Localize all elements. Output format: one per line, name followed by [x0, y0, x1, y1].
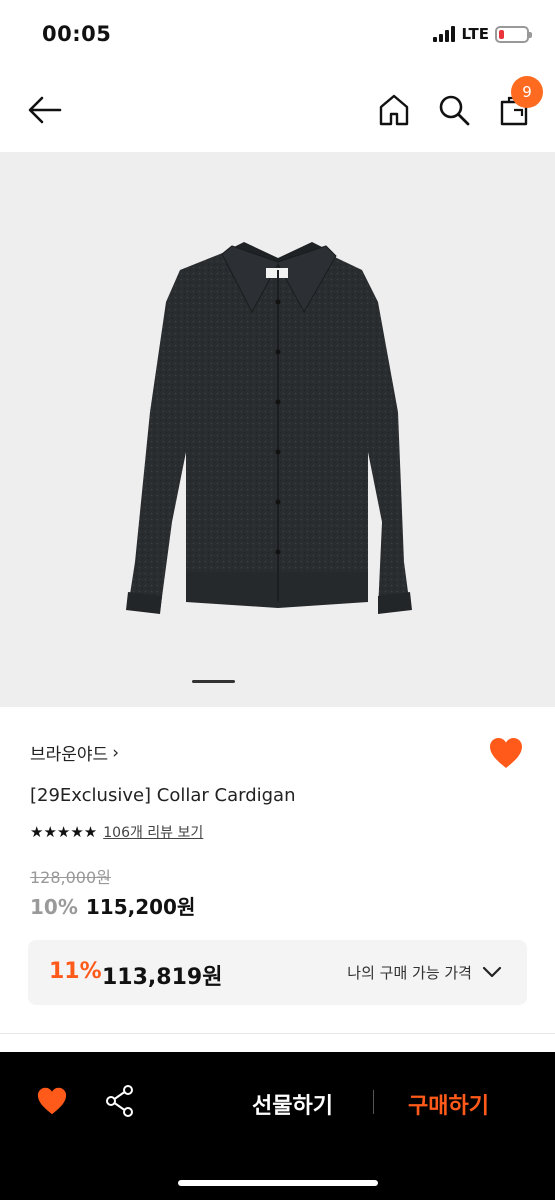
chevron-down-icon — [482, 966, 502, 978]
battery-icon — [495, 25, 532, 43]
signal-icon — [433, 26, 456, 42]
brand-name: 브라운야드 — [30, 745, 109, 765]
network-label: LTE — [461, 25, 489, 43]
heart-icon — [490, 738, 522, 768]
share-button[interactable] — [104, 1084, 136, 1118]
chevron-right-icon: › — [112, 742, 120, 763]
divider — [0, 1033, 555, 1034]
carousel-indicator — [192, 680, 235, 683]
best-discount-percent: 11% — [49, 959, 102, 984]
product-name: [29Exclusive] Collar Cardigan — [30, 785, 296, 806]
wishlist-button[interactable] — [488, 736, 524, 770]
status-indicators: LTE — [433, 25, 532, 43]
home-button[interactable] — [376, 92, 412, 128]
status-time: 00:05 — [42, 22, 112, 46]
heart-icon — [37, 1087, 67, 1115]
top-nav-bar — [0, 70, 555, 152]
review-link[interactable]: 106개 리뷰 보기 — [103, 822, 203, 842]
cardigan-image — [126, 242, 412, 614]
sale-price: 115,200원 — [85, 895, 196, 919]
divider — [373, 1090, 374, 1114]
sale-price-row: 10% 115,200원 — [30, 891, 195, 920]
discount-percent: 10% — [30, 895, 78, 919]
search-button[interactable] — [436, 92, 472, 128]
brand-link[interactable]: 브라운야드 › — [30, 740, 120, 766]
back-arrow-icon — [28, 96, 62, 124]
buy-button[interactable]: 구매하기 — [408, 1088, 489, 1120]
back-button[interactable] — [26, 92, 66, 128]
cart-count-badge: 9 — [511, 76, 543, 108]
rating-row: ★★★★★ 106개 리뷰 보기 — [30, 822, 203, 842]
search-icon — [439, 95, 470, 126]
original-price: 128,000원 — [30, 868, 111, 887]
star-rating: ★★★★★ — [30, 823, 98, 841]
bottom-action-bar: 선물하기 구매하기 — [0, 1052, 555, 1200]
status-bar: 00:05 LTE — [0, 0, 555, 70]
home-icon — [379, 94, 409, 126]
best-price-dropdown[interactable]: 11% 113,819원 나의 구매 가능 가격 — [28, 940, 527, 1005]
bottom-wishlist-button[interactable] — [36, 1086, 68, 1116]
best-price: 113,819원 — [102, 965, 223, 990]
gift-button[interactable]: 선물하기 — [252, 1088, 333, 1120]
share-icon — [106, 1085, 133, 1117]
best-price-label: 나의 구매 가능 가격 — [347, 964, 472, 982]
product-image[interactable] — [0, 152, 555, 707]
home-indicator — [178, 1180, 378, 1186]
